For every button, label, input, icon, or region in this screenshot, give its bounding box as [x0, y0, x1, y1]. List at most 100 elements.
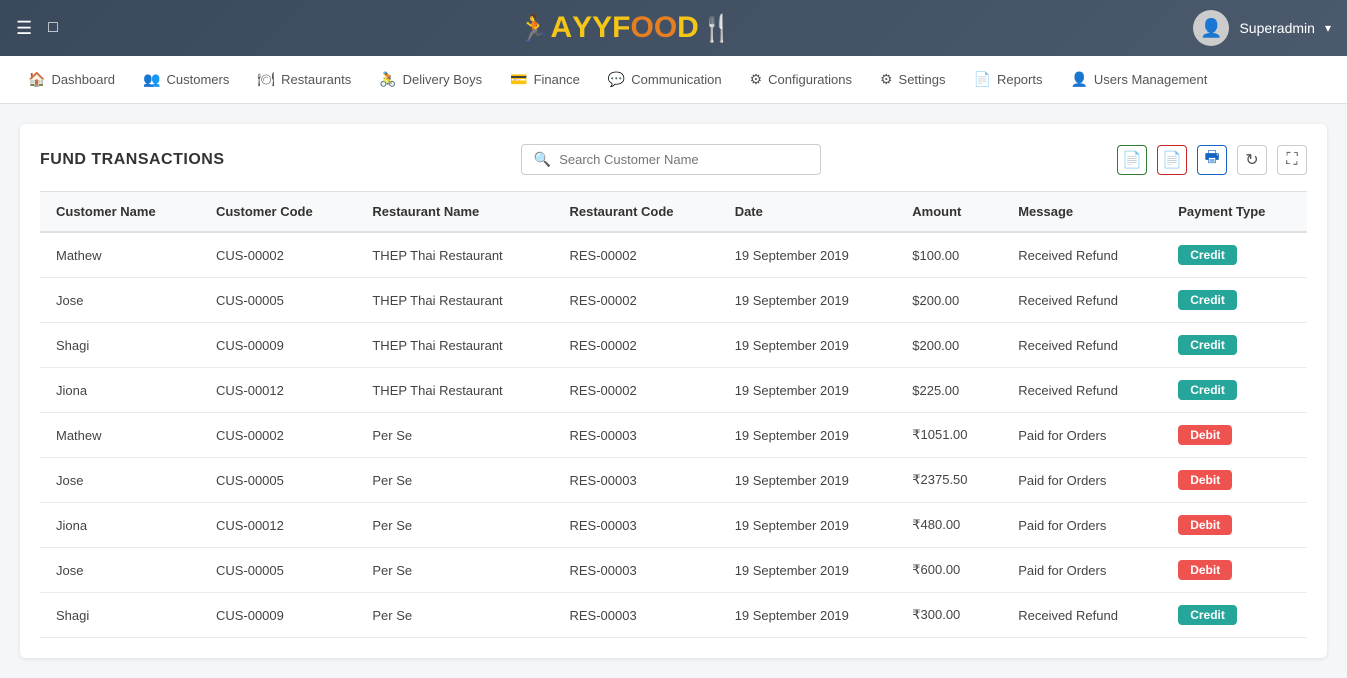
cell-message: Paid for Orders: [1002, 413, 1162, 458]
nav-reports[interactable]: 📄 Reports: [962, 67, 1055, 92]
nav-dashboard[interactable]: 🏠 Dashboard: [16, 67, 127, 92]
nav-settings-label: Settings: [899, 72, 946, 87]
payment-type-badge: Debit: [1178, 560, 1232, 580]
fullscreen-button[interactable]: ⛶: [1277, 145, 1307, 175]
cell-restaurant-name: Per Se: [356, 593, 553, 638]
cell-amount: ₹300.00: [896, 593, 1002, 638]
nav-configurations-label: Configurations: [768, 72, 852, 87]
cell-message: Received Refund: [1002, 323, 1162, 368]
cell-restaurant-name: Per Se: [356, 548, 553, 593]
table-row: Shagi CUS-00009 Per Se RES-00003 19 Sept…: [40, 593, 1307, 638]
cell-restaurant-code: RES-00003: [553, 413, 718, 458]
cell-message: Received Refund: [1002, 232, 1162, 278]
configurations-icon: ⚙: [750, 71, 763, 88]
cell-date: 19 September 2019: [719, 548, 897, 593]
main-content: FUND TRANSACTIONS 🔍 📄 📄 🖶 ↻: [0, 104, 1347, 678]
cell-payment-type: Credit: [1162, 232, 1307, 278]
cell-date: 19 September 2019: [719, 278, 897, 323]
excel-icon: 📄: [1122, 150, 1142, 170]
nav-settings[interactable]: ⚙ Settings: [868, 67, 958, 92]
pdf-icon: 📄: [1162, 150, 1182, 170]
cell-message: Received Refund: [1002, 593, 1162, 638]
nav-finance[interactable]: 💳 Finance: [498, 67, 592, 92]
cell-payment-type: Credit: [1162, 368, 1307, 413]
customers-icon: 👥: [143, 71, 160, 88]
search-input[interactable]: [559, 152, 808, 167]
dashboard-icon: 🏠: [28, 71, 45, 88]
nav-restaurants[interactable]: 🍽 Restaurants: [245, 67, 363, 92]
table-row: Mathew CUS-00002 THEP Thai Restaurant RE…: [40, 232, 1307, 278]
table-row: Jose CUS-00005 Per Se RES-00003 19 Septe…: [40, 458, 1307, 503]
col-restaurant-code: Restaurant Code: [553, 192, 718, 233]
cell-customer-name: Jiona: [40, 503, 200, 548]
cell-message: Received Refund: [1002, 278, 1162, 323]
nav-customers[interactable]: 👥 Customers: [131, 67, 241, 92]
cell-amount: ₹480.00: [896, 503, 1002, 548]
payment-type-badge: Credit: [1178, 290, 1237, 310]
table-row: Jose CUS-00005 THEP Thai Restaurant RES-…: [40, 278, 1307, 323]
nav-reports-label: Reports: [997, 72, 1043, 87]
logo-text-o2: O: [654, 11, 677, 45]
cell-date: 19 September 2019: [719, 232, 897, 278]
cell-message: Paid for Orders: [1002, 458, 1162, 503]
cell-payment-type: Credit: [1162, 593, 1307, 638]
cell-date: 19 September 2019: [719, 368, 897, 413]
fullscreen-icon: ⛶: [1286, 151, 1297, 169]
table-row: Shagi CUS-00009 THEP Thai Restaurant RES…: [40, 323, 1307, 368]
restaurants-icon: 🍽: [257, 71, 275, 88]
user-avatar: 👤: [1193, 10, 1229, 46]
print-button[interactable]: 🖶: [1197, 145, 1227, 175]
col-customer-code: Customer Code: [200, 192, 356, 233]
cell-message: Received Refund: [1002, 368, 1162, 413]
cell-restaurant-name: Per Se: [356, 413, 553, 458]
export-excel-button[interactable]: 📄: [1117, 145, 1147, 175]
col-payment-type: Payment Type: [1162, 192, 1307, 233]
nav-configurations[interactable]: ⚙ Configurations: [738, 67, 864, 92]
cell-date: 19 September 2019: [719, 503, 897, 548]
cell-restaurant-code: RES-00002: [553, 232, 718, 278]
col-customer-name: Customer Name: [40, 192, 200, 233]
expand-icon[interactable]: □: [48, 19, 58, 37]
col-date: Date: [719, 192, 897, 233]
cell-payment-type: Debit: [1162, 548, 1307, 593]
payment-type-badge: Credit: [1178, 605, 1237, 625]
refresh-button[interactable]: ↻: [1237, 145, 1267, 175]
cell-customer-name: Shagi: [40, 323, 200, 368]
communication-icon: 💬: [608, 71, 625, 88]
nav-delivery-boys[interactable]: 🚴 Delivery Boys: [367, 67, 494, 92]
nav-users-management[interactable]: 👤 Users Management: [1058, 67, 1219, 92]
user-menu-chevron[interactable]: ▾: [1325, 21, 1331, 35]
nav-communication[interactable]: 💬 Communication: [596, 67, 734, 92]
col-amount: Amount: [896, 192, 1002, 233]
logo-fork-icon: 🍴: [701, 13, 733, 44]
delivery-boys-icon: 🚴: [379, 71, 396, 88]
section-title: FUND TRANSACTIONS: [40, 151, 225, 169]
cell-date: 19 September 2019: [719, 413, 897, 458]
payment-type-badge: Credit: [1178, 245, 1237, 265]
cell-amount: ₹1051.00: [896, 413, 1002, 458]
nav-dashboard-label: Dashboard: [51, 72, 115, 87]
logo-text-d: D: [677, 11, 699, 45]
nav-customers-label: Customers: [166, 72, 229, 87]
export-pdf-button[interactable]: 📄: [1157, 145, 1187, 175]
hamburger-icon[interactable]: ☰: [16, 18, 32, 39]
cell-amount: $200.00: [896, 323, 1002, 368]
refresh-icon: ↻: [1245, 150, 1258, 170]
cell-payment-type: Credit: [1162, 323, 1307, 368]
cell-payment-type: Debit: [1162, 458, 1307, 503]
transactions-table: Customer Name Customer Code Restaurant N…: [40, 191, 1307, 638]
col-message: Message: [1002, 192, 1162, 233]
cell-restaurant-name: THEP Thai Restaurant: [356, 232, 553, 278]
cell-date: 19 September 2019: [719, 593, 897, 638]
cell-customer-name: Mathew: [40, 232, 200, 278]
header-right: 👤 Superadmin ▾: [1193, 10, 1331, 46]
nav-communication-label: Communication: [631, 72, 721, 87]
cell-amount: $225.00: [896, 368, 1002, 413]
cell-customer-name: Jose: [40, 458, 200, 503]
user-name: Superadmin: [1239, 20, 1315, 36]
cell-customer-code: CUS-00009: [200, 323, 356, 368]
reports-icon: 📄: [974, 71, 991, 88]
table-row: Mathew CUS-00002 Per Se RES-00003 19 Sep…: [40, 413, 1307, 458]
nav-users-management-label: Users Management: [1094, 72, 1207, 87]
cell-customer-name: Jose: [40, 548, 200, 593]
